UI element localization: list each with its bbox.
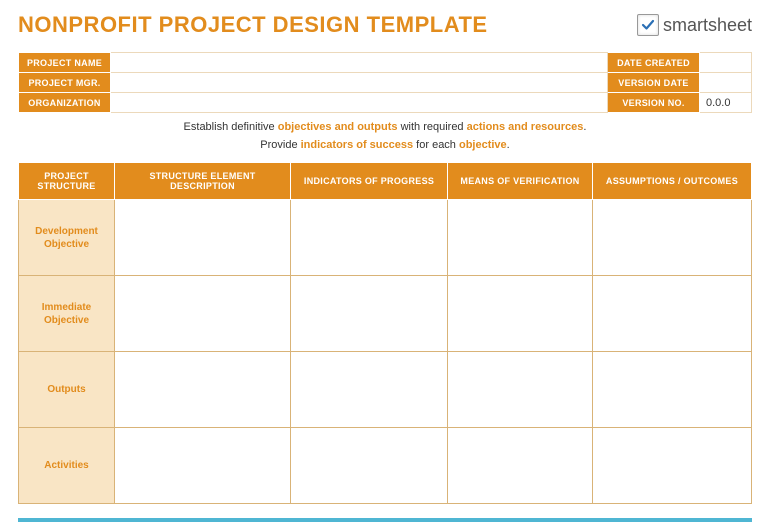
instr-text: . <box>583 121 586 133</box>
field-version-date[interactable] <box>700 73 752 93</box>
row-label-activities: Activities <box>19 428 115 504</box>
instr-text: for each <box>413 139 459 151</box>
instr-text: Establish definitive <box>184 121 278 133</box>
instr-text: . <box>507 139 510 151</box>
cell[interactable] <box>448 352 593 428</box>
col-project-structure: PROJECT STRUCTURE <box>19 163 115 200</box>
col-assumptions: ASSUMPTIONS / OUTCOMES <box>592 163 751 200</box>
cell[interactable] <box>291 200 448 276</box>
field-date-created[interactable] <box>700 53 752 73</box>
cell[interactable] <box>115 276 291 352</box>
instr-highlight: objectives and outputs <box>278 121 398 133</box>
cell[interactable] <box>592 276 751 352</box>
page-title: NONPROFIT PROJECT DESIGN TEMPLATE <box>18 12 488 38</box>
cell[interactable] <box>115 200 291 276</box>
table-row: Development Objective <box>19 200 752 276</box>
label-version-no: VERSION NO. <box>608 93 700 113</box>
label-version-date: VERSION DATE <box>608 73 700 93</box>
instructions: Establish definitive objectives and outp… <box>18 119 752 154</box>
project-grid: PROJECT STRUCTURE STRUCTURE ELEMENT DESC… <box>18 162 752 504</box>
table-row: Activities <box>19 428 752 504</box>
table-row: Immediate Objective <box>19 276 752 352</box>
cell[interactable] <box>115 428 291 504</box>
cell[interactable] <box>291 428 448 504</box>
row-label-immediate: Immediate Objective <box>19 276 115 352</box>
logo: smartsheet <box>637 14 752 36</box>
field-version-no[interactable]: 0.0.0 <box>700 93 752 113</box>
footer-accent-bar <box>18 518 752 522</box>
instr-highlight: actions and resources <box>467 121 584 133</box>
table-row: Outputs <box>19 352 752 428</box>
label-organization: ORGANIZATION <box>19 93 111 113</box>
check-icon <box>637 14 659 36</box>
cell[interactable] <box>592 352 751 428</box>
cell[interactable] <box>448 428 593 504</box>
instr-highlight: indicators of success <box>301 139 414 151</box>
cell[interactable] <box>448 200 593 276</box>
field-organization[interactable] <box>111 93 608 113</box>
cell[interactable] <box>291 276 448 352</box>
col-indicators: INDICATORS OF PROGRESS <box>291 163 448 200</box>
cell[interactable] <box>448 276 593 352</box>
cell[interactable] <box>592 200 751 276</box>
logo-text: smartsheet <box>663 15 752 36</box>
instr-text: Provide <box>260 139 300 151</box>
row-label-development: Development Objective <box>19 200 115 276</box>
label-project-mgr: PROJECT MGR. <box>19 73 111 93</box>
instr-highlight: objective <box>459 139 507 151</box>
label-project-name: PROJECT NAME <box>19 53 111 73</box>
instr-text: with required <box>398 121 467 133</box>
field-project-name[interactable] <box>111 53 608 73</box>
row-label-outputs: Outputs <box>19 352 115 428</box>
cell[interactable] <box>291 352 448 428</box>
cell[interactable] <box>592 428 751 504</box>
col-verification: MEANS OF VERIFICATION <box>448 163 593 200</box>
meta-table: PROJECT NAME DATE CREATED PROJECT MGR. V… <box>18 52 752 113</box>
cell[interactable] <box>115 352 291 428</box>
label-date-created: DATE CREATED <box>608 53 700 73</box>
col-element-description: STRUCTURE ELEMENT DESCRIPTION <box>115 163 291 200</box>
field-project-mgr[interactable] <box>111 73 608 93</box>
